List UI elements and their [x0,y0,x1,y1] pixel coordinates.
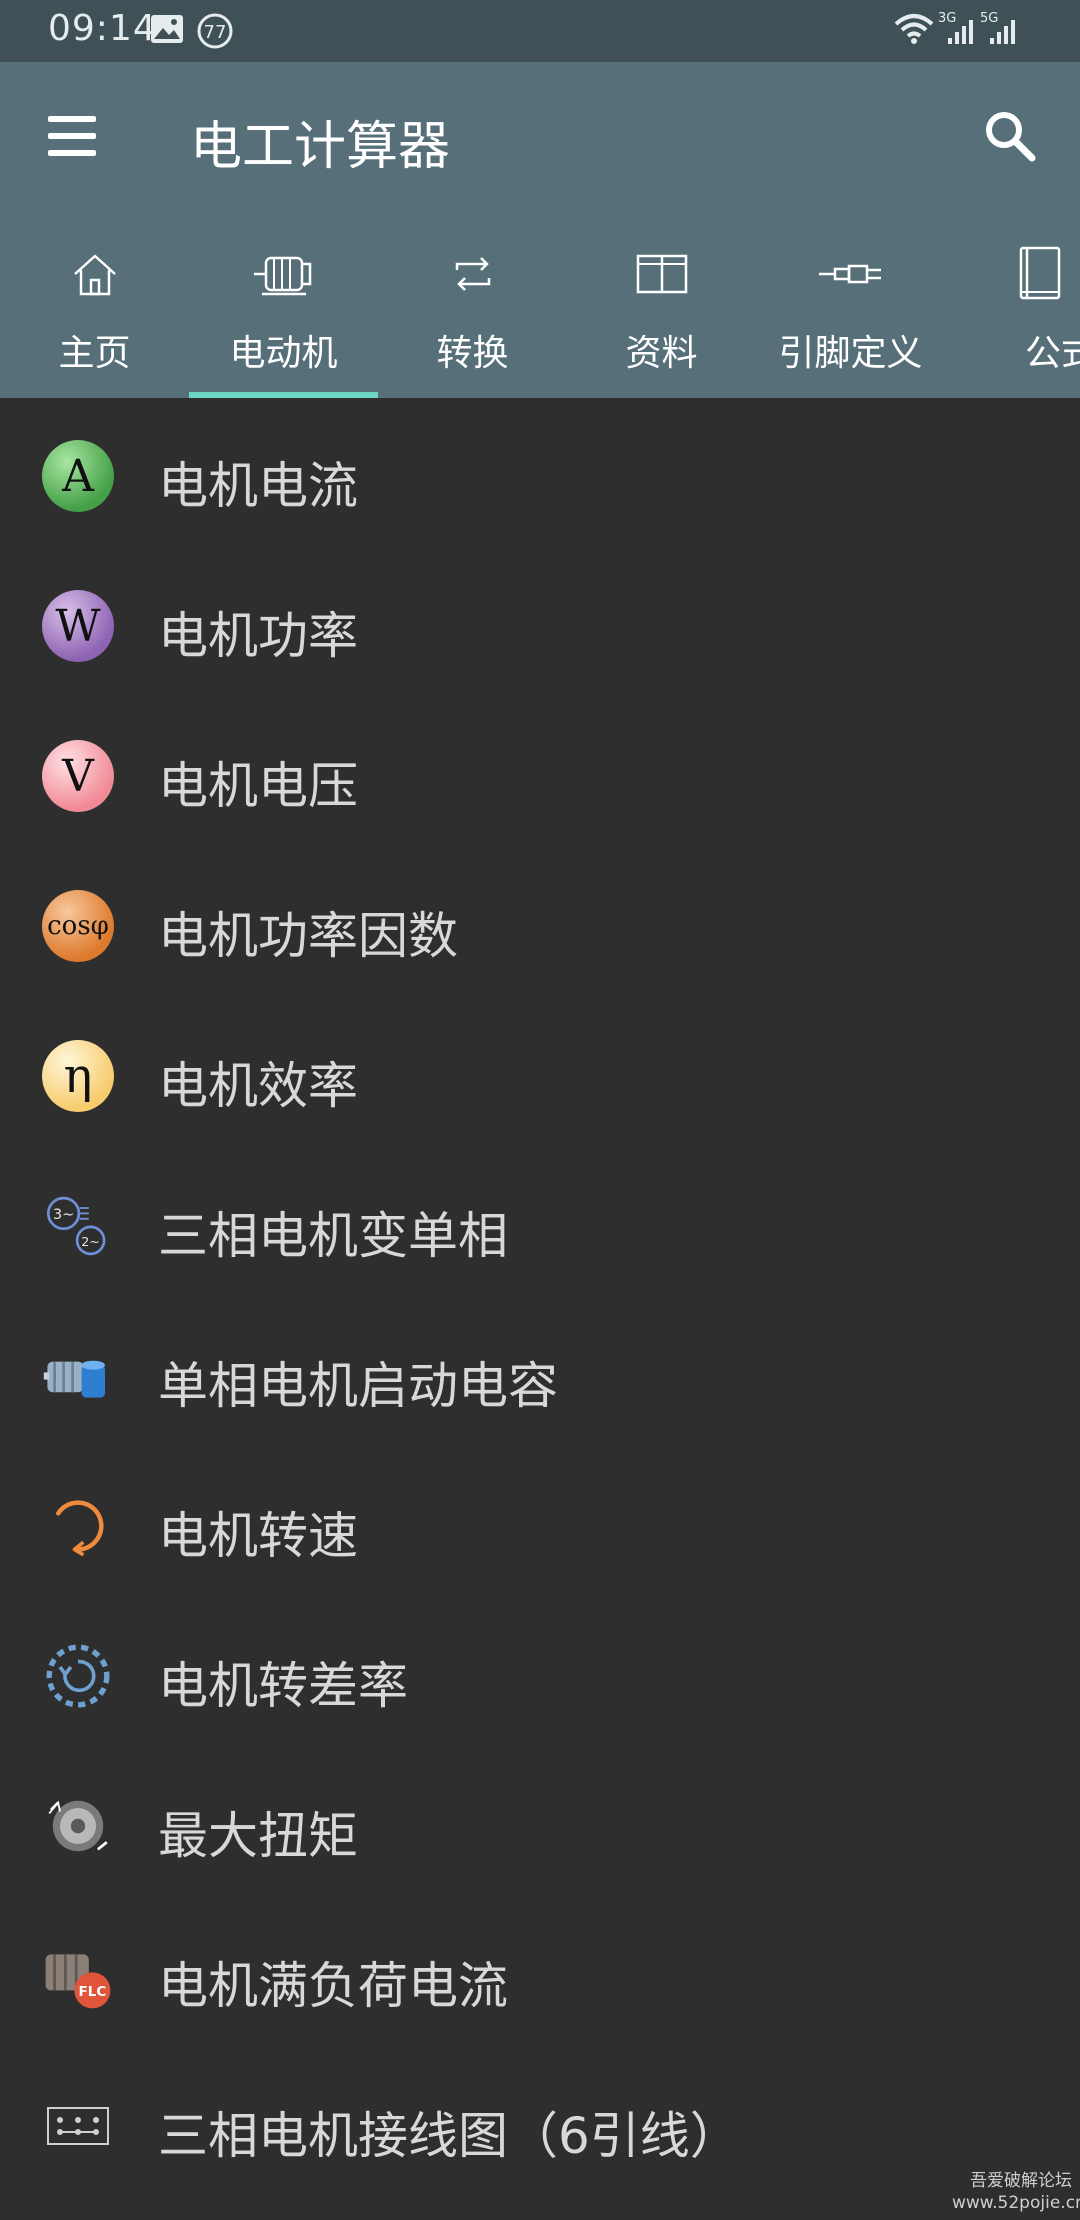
list-item-label: 电机转速 [158,1507,358,1565]
list-item-label: 电机电压 [158,757,358,815]
wifi-icon [892,10,936,50]
ampere-icon: A [42,440,114,512]
convert-icon [455,257,490,291]
status-bar: 09:14 77 3G 5G [0,0,1080,62]
tab-indicator [189,392,378,398]
list-item-start-capacitor[interactable]: 单相电机启动电容 [0,1300,1080,1450]
torque-icon [48,1800,108,1852]
list-item-label: 电机转差率 [158,1657,408,1715]
three-to-two-phase-icon: 3~ 2~ [46,1196,106,1256]
tab-pinout[interactable]: 引脚定义 [756,230,945,398]
motor-calc-list: A 电机电流 W 电机功率 V 电机电压 cosφ 电机功率因数 η 电机效率 … [0,400,1080,2200]
book-icon [1019,246,1061,300]
book-open-icon [636,254,687,294]
volt-icon: V [42,740,114,812]
slip-rotation-icon [46,1644,110,1708]
list-item-label: 三相电机接线图（6引线） [158,2107,740,2165]
list-item-label: 电机功率 [158,607,358,665]
eta-icon: η [42,1040,114,1112]
tab-materials[interactable]: 资料 [567,230,756,398]
watt-icon: W [42,590,114,662]
list-item-label: 电机电流 [158,457,358,515]
phase-three-label: 3~ [53,1207,74,1223]
list-item-label: 三相电机变单相 [158,1207,508,1265]
watermark: 吾爱破解论坛 www.52pojie.cn [952,2170,1080,2214]
signal-3g-icon: 3G [938,8,978,52]
menu-button[interactable] [40,106,100,166]
list-item-motor-efficiency[interactable]: η 电机效率 [0,1000,1080,1150]
tab-label: 资料 [625,333,698,374]
tab-home[interactable]: 主页 [0,230,189,398]
list-item-motor-speed[interactable]: 电机转速 [0,1450,1080,1600]
list-item-wiring-diagram[interactable]: 三相电机接线图（6引线） [0,2050,1080,2200]
list-item-label: 单相电机启动电容 [158,1357,558,1415]
network-3g-label: 3G [938,11,956,26]
list-item-label: 最大扭矩 [158,1807,358,1865]
list-item-motor-power[interactable]: W 电机功率 [0,550,1080,700]
notification-count-icon: 77 [196,12,234,54]
watermark-line1: 吾爱破解论坛 [970,2171,1072,2191]
watermark-line2: www.52pojie.cn [952,2193,1080,2213]
app-title: 电工计算器 [190,117,451,177]
motor-capacitor-icon [43,1360,105,1398]
status-time: 09:14 [48,8,157,49]
tab-label: 电动机 [229,333,338,374]
notification-count: 77 [204,22,227,43]
search-button[interactable] [978,104,1042,168]
signal-5g-icon: 5G [980,8,1020,52]
connector-icon [818,264,881,284]
list-item-full-load-current[interactable]: FLC 电机满负荷电流 [0,1900,1080,2050]
home-icon [73,254,116,296]
tab-motor[interactable]: 电动机 [189,230,378,398]
list-item-motor-current[interactable]: A 电机电流 [0,400,1080,550]
cos-phi-icon: cosφ [42,890,114,962]
tab-formula[interactable]: 公式 [945,230,1080,398]
tab-label: 主页 [58,333,131,374]
tab-label: 转换 [436,333,509,374]
rotation-arrow-icon [55,1500,104,1557]
tab-label: 公式 [1025,333,1080,374]
app-bar: 电工计算器 主页 电动机 转换 资料 引脚定义 公式 [0,62,1080,398]
tab-convert[interactable]: 转换 [378,230,567,398]
tab-bar: 主页 电动机 转换 资料 引脚定义 公式 [0,230,1080,398]
list-item-label: 电机效率 [158,1057,358,1115]
list-item-power-factor[interactable]: cosφ 电机功率因数 [0,850,1080,1000]
list-item-max-torque[interactable]: 最大扭矩 [0,1750,1080,1900]
motor-icon [253,256,311,296]
image-notification-icon [150,14,184,48]
flc-badge-text: FLC [79,1984,107,2000]
list-item-motor-voltage[interactable]: V 电机电压 [0,700,1080,850]
list-item-three-to-single-phase[interactable]: 3~ 2~ 三相电机变单相 [0,1150,1080,1300]
phase-two-label: 2~ [81,1234,100,1249]
list-item-slip[interactable]: 电机转差率 [0,1600,1080,1750]
wiring-diagram-icon [47,2107,109,2145]
search-icon [986,112,1036,162]
network-5g-label: 5G [980,11,998,26]
list-item-label: 电机满负荷电流 [158,1957,508,2015]
list-item-label: 电机功率因数 [158,907,458,965]
tab-label: 引脚定义 [778,333,923,374]
flc-motor-icon: FLC [45,1954,111,2009]
